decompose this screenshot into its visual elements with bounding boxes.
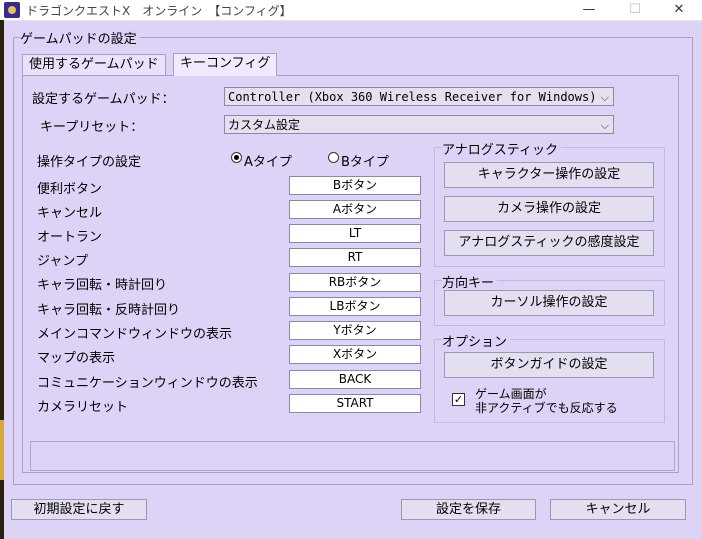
binding-value[interactable]: START <box>289 394 421 413</box>
camera-control-button[interactable]: カメラ操作の設定 <box>444 196 654 222</box>
gamepad-select[interactable]: Controller (Xbox 360 Wireless Receiver f… <box>224 87 614 106</box>
character-control-button[interactable]: キャラクター操作の設定 <box>444 162 654 188</box>
operation-type-label: 操作タイプの設定 <box>37 155 142 170</box>
gamepad-label: 設定するゲームパッド： <box>32 92 175 107</box>
binding-value[interactable]: Xボタン <box>289 345 421 364</box>
binding-label: キャラ回転・時計回り <box>37 278 168 293</box>
button-guide-button[interactable]: ボタンガイドの設定 <box>444 352 654 378</box>
radio-b-type-label[interactable]: Bタイプ <box>341 151 389 170</box>
binding-label: マップの表示 <box>37 351 116 366</box>
save-settings-button[interactable]: 設定を保存 <box>401 499 536 520</box>
chevron-down-icon: ⌵ <box>600 91 609 104</box>
gamepad-select-value: Controller (Xbox 360 Wireless Receiver f… <box>228 90 597 104</box>
binding-value[interactable]: BACK <box>289 370 421 389</box>
binding-value[interactable]: RT <box>289 248 421 267</box>
binding-label: キャンセル <box>37 206 103 221</box>
checkbox-label-line2: 非アクティブでも反応する <box>475 401 618 415</box>
cancel-button[interactable]: キャンセル <box>550 499 686 520</box>
close-button[interactable]: ✕ <box>656 0 702 20</box>
direction-key-title: 方向キー <box>442 272 498 291</box>
inactive-response-checkbox[interactable]: ✓ <box>452 393 465 406</box>
status-area <box>30 441 675 471</box>
group-title: ゲームパッドの設定 <box>20 28 140 47</box>
radio-a-type-label[interactable]: Aタイプ <box>244 151 292 170</box>
analog-sensitivity-button[interactable]: アナログスティックの感度設定 <box>444 230 654 256</box>
minimize-button[interactable]: — <box>566 0 612 20</box>
tab-gamepad-select[interactable]: 使用するゲームパッド <box>22 54 166 75</box>
binding-label: メインコマンドウィンドウの表示 <box>37 327 233 342</box>
app-icon <box>4 2 20 18</box>
binding-value[interactable]: Bボタン <box>289 176 421 195</box>
cursor-control-button[interactable]: カーソル操作の設定 <box>444 290 654 316</box>
radio-a-type[interactable] <box>231 152 242 163</box>
binding-label: ジャンプ <box>37 254 88 269</box>
binding-value[interactable]: Aボタン <box>289 200 421 219</box>
tab-key-config[interactable]: キーコンフィグ <box>173 53 278 76</box>
binding-label: カメラリセット <box>37 400 129 415</box>
reset-defaults-button[interactable]: 初期設定に戻す <box>11 499 147 520</box>
chevron-down-icon: ⌵ <box>600 119 609 132</box>
window-title: ドラゴンクエストX オンライン 【コンフィグ】 <box>26 4 292 18</box>
binding-value[interactable]: LT <box>289 224 421 243</box>
analog-stick-title: アナログスティック <box>442 139 561 158</box>
binding-label: 便利ボタン <box>37 182 103 197</box>
preset-select-value: カスタム設定 <box>228 118 301 132</box>
binding-value[interactable]: Yボタン <box>289 321 421 340</box>
binding-label: キャラ回転・反時計回り <box>37 303 181 318</box>
preset-label: キープリセット： <box>40 120 144 135</box>
radio-b-type[interactable] <box>328 152 339 163</box>
option-title: オプション <box>442 331 511 350</box>
preset-select[interactable]: カスタム設定 ⌵ <box>224 115 614 134</box>
maximize-button[interactable]: ☐ <box>612 0 658 20</box>
binding-value[interactable]: LBボタン <box>289 297 421 316</box>
binding-label: コミュニケーションウィンドウの表示 <box>37 376 258 391</box>
binding-label: オートラン <box>37 230 103 245</box>
binding-value[interactable]: RBボタン <box>289 273 421 292</box>
background-strip <box>0 20 4 539</box>
